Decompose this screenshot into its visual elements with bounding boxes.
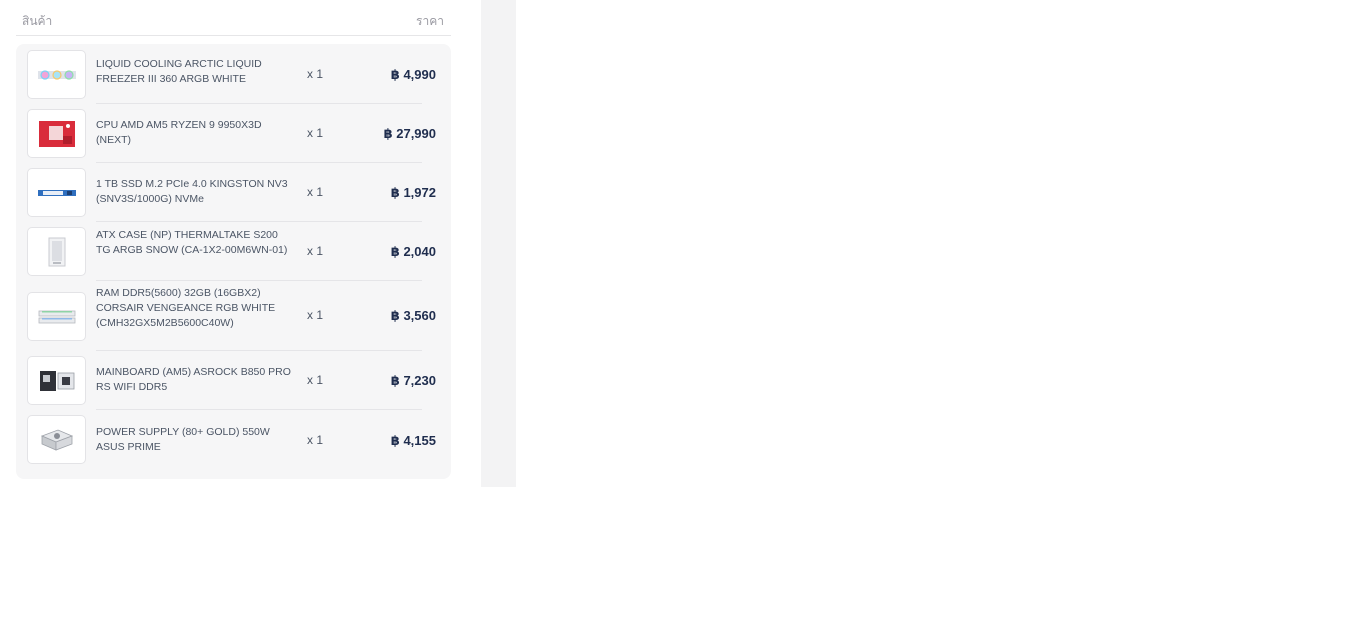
item-price: ฿ 7,230	[390, 373, 436, 388]
cpu-box-icon	[27, 109, 86, 158]
side-gutter	[481, 0, 516, 487]
item-price: ฿ 1,972	[390, 185, 436, 200]
item-name: LIQUID COOLING ARCTIC LIQUID FREEZER III…	[96, 58, 262, 85]
item-quantity: x 1	[307, 373, 324, 387]
list-item: 1 TB SSD M.2 PCIe 4.0 KINGSTON NV3 (SNV3…	[16, 163, 451, 222]
item-price: ฿ 4,990	[390, 67, 436, 82]
motherboard-icon	[27, 356, 86, 405]
item-price: ฿ 27,990	[383, 126, 436, 141]
item-name: MAINBOARD (AM5) ASROCK B850 PRO RS WIFI …	[96, 366, 291, 393]
item-name: 1 TB SSD M.2 PCIe 4.0 KINGSTON NV3 (SNV3…	[96, 178, 288, 205]
pc-case-icon	[27, 227, 86, 276]
item-name: CPU AMD AM5 RYZEN 9 9950X3D (NEXT)	[96, 119, 262, 146]
list-item: LIQUID COOLING ARCTIC LIQUID FREEZER III…	[16, 44, 451, 104]
list-item: CPU AMD AM5 RYZEN 9 9950X3D (NEXT) x 1 ฿…	[16, 104, 451, 163]
item-name: ATX CASE (NP) THERMALTAKE S200 TG ARGB S…	[96, 229, 288, 256]
order-summary-panel: สินค้า ราคา LIQUID COOLING ARCTIC LIQUID…	[0, 0, 481, 487]
item-quantity: x 1	[307, 185, 324, 199]
item-name: POWER SUPPLY (80+ GOLD) 550W ASUS PRIME	[96, 426, 270, 453]
item-quantity: x 1	[307, 244, 324, 258]
list-item: RAM DDR5(5600) 32GB (16GBX2) CORSAIR VEN…	[16, 281, 451, 351]
list-header: สินค้า ราคา	[16, 8, 451, 36]
item-price: ฿ 2,040	[390, 244, 436, 259]
price-column-header: ราคา	[416, 14, 444, 28]
list-item: MAINBOARD (AM5) ASROCK B850 PRO RS WIFI …	[16, 351, 451, 410]
item-name: RAM DDR5(5600) 32GB (16GBX2) CORSAIR VEN…	[96, 287, 276, 329]
liquid-cooler-icon	[27, 50, 86, 99]
power-supply-icon	[27, 415, 86, 464]
ssd-icon	[27, 168, 86, 217]
list-item: ATX CASE (NP) THERMALTAKE S200 TG ARGB S…	[16, 222, 451, 281]
product-list: LIQUID COOLING ARCTIC LIQUID FREEZER III…	[16, 44, 451, 479]
item-quantity: x 1	[307, 433, 324, 447]
item-quantity: x 1	[307, 67, 324, 81]
item-price: ฿ 4,155	[390, 433, 436, 448]
item-quantity: x 1	[307, 308, 324, 322]
item-quantity: x 1	[307, 126, 324, 140]
ram-icon	[27, 292, 86, 341]
item-price: ฿ 3,560	[390, 308, 436, 323]
list-item: POWER SUPPLY (80+ GOLD) 550W ASUS PRIME …	[16, 410, 451, 470]
product-column-header: สินค้า	[22, 14, 53, 28]
